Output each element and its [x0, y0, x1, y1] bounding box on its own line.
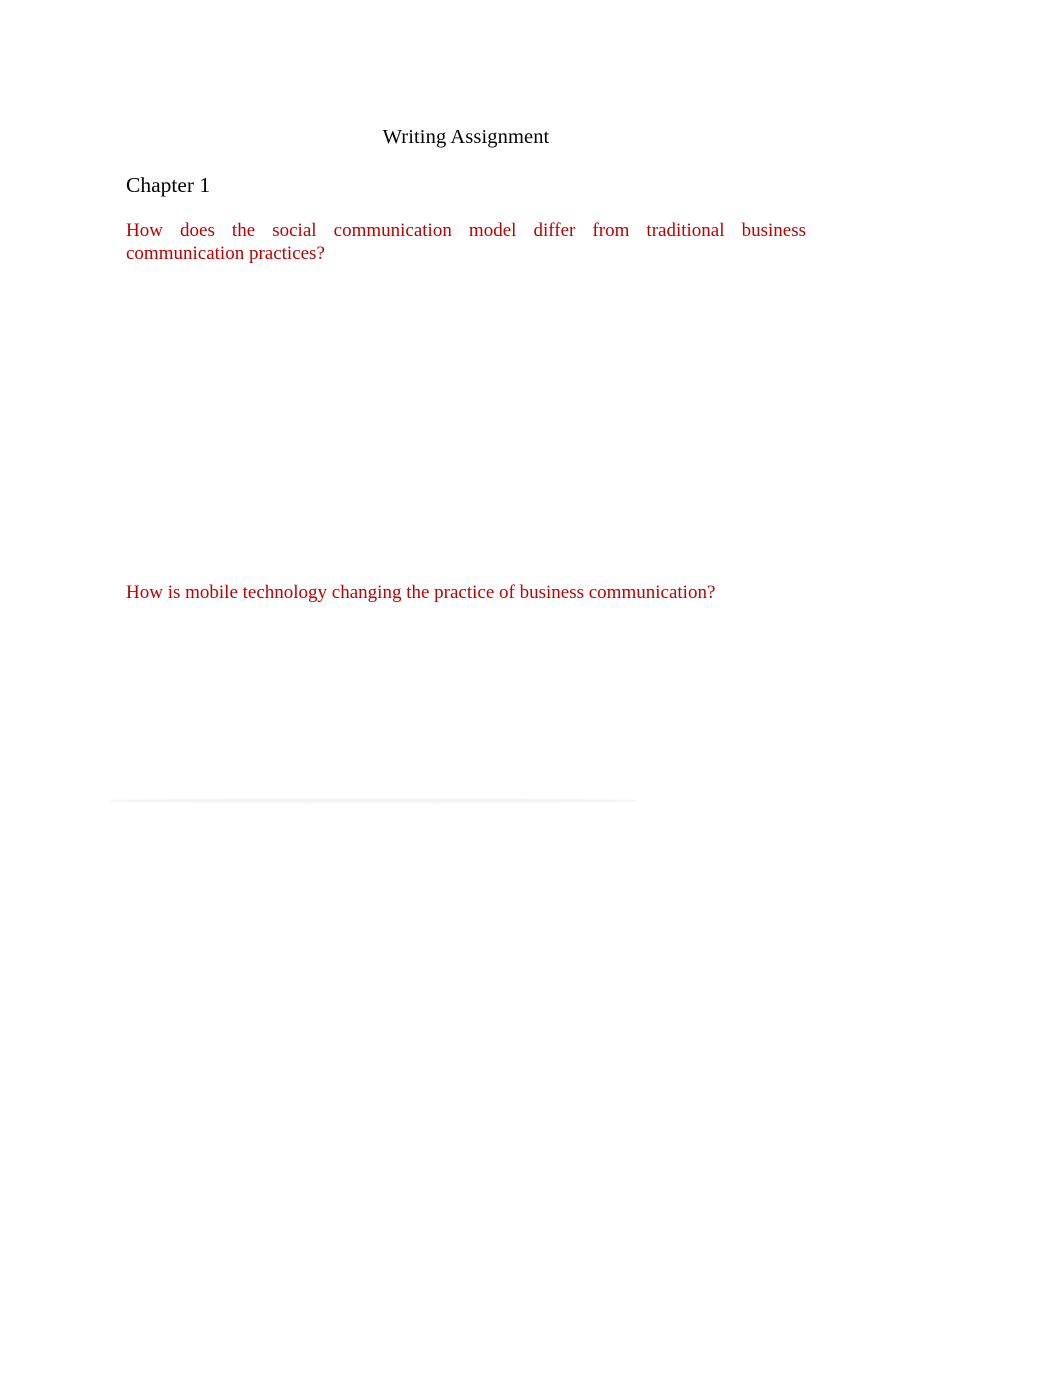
answer-space-question-2[interactable]	[126, 616, 806, 794]
chapter-heading: Chapter 1	[126, 173, 211, 197]
page-title: Writing Assignment	[382, 126, 550, 148]
page-break-divider	[110, 798, 637, 804]
question-1: How does the social communication model …	[126, 220, 806, 264]
question-2: How is mobile technology changing the pr…	[126, 582, 716, 603]
document-page: Writing Assignment Chapter 1 How does th…	[0, 0, 1062, 1377]
answer-space-question-1[interactable]	[126, 268, 806, 578]
